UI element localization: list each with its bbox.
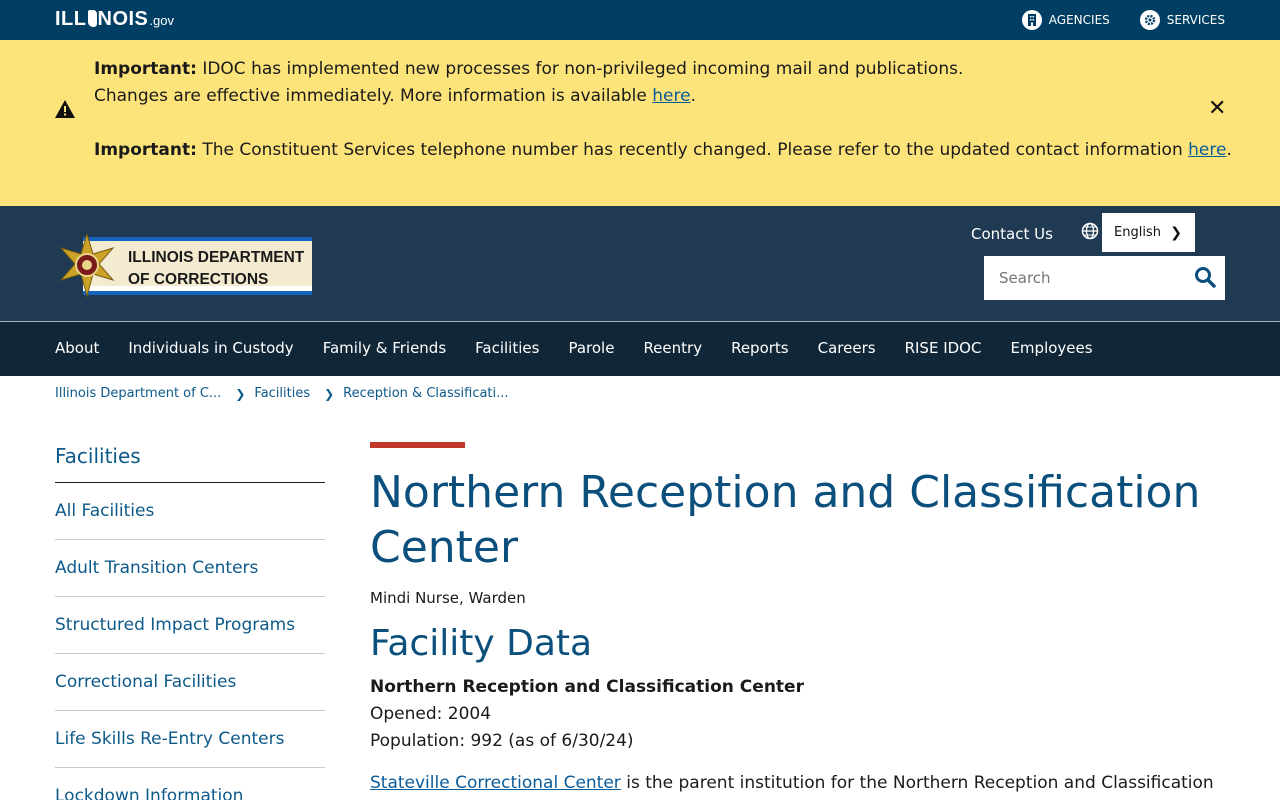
period: . — [690, 86, 696, 106]
contact-info-link[interactable]: here — [1188, 140, 1226, 160]
chevron-right-icon: ❯ — [235, 386, 246, 401]
sidebar-item-correctional-facilities[interactable]: Correctional Facilities — [55, 654, 325, 711]
nav-employees[interactable]: Employees — [1010, 339, 1092, 357]
main-navigation: About Individuals in Custody Family & Fr… — [0, 321, 1280, 376]
gov-links: AGENCIES SERVICES — [1021, 10, 1225, 30]
alert-message-phone: Important: The Constituent Services tele… — [94, 137, 1232, 164]
nav-about[interactable]: About — [55, 339, 99, 357]
logo-suffix: .gov — [149, 13, 174, 28]
sidebar-item-lockdown-information[interactable]: Lockdown Information — [55, 768, 325, 800]
breadcrumb-home[interactable]: Illinois Department of C... — [55, 386, 221, 401]
facility-data: Northern Reception and Classification Ce… — [370, 674, 1230, 755]
parent-institution-link[interactable]: Stateville Correctional Center — [370, 773, 621, 793]
language-selector[interactable]: English ❯ — [1102, 213, 1195, 252]
sidebar-item-life-skills-reentry[interactable]: Life Skills Re-Entry Centers — [55, 711, 325, 768]
alert-message-mail: Important: IDOC has implemented new proc… — [94, 56, 963, 110]
illinois-gov-logo[interactable]: ILL NOIS.gov — [55, 8, 174, 31]
agency-name-line1: ILLINOIS DEPARTMENT — [128, 249, 305, 266]
logo-text-a: ILL — [55, 8, 87, 30]
globe-icon — [1081, 222, 1099, 240]
logo-text-b: NOIS — [97, 8, 149, 30]
nav-parole[interactable]: Parole — [568, 339, 614, 357]
nav-facilities[interactable]: Facilities — [475, 339, 539, 357]
nav-reentry[interactable]: Reentry — [643, 339, 702, 357]
breadcrumb: Illinois Department of C... ❯ Facilities… — [55, 386, 509, 401]
contact-us-link[interactable]: Contact Us — [971, 225, 1053, 243]
sidebar-item-adult-transition-centers[interactable]: Adult Transition Centers — [55, 540, 325, 597]
period: . — [1226, 140, 1232, 160]
facility-name: Northern Reception and Classification Ce… — [370, 677, 804, 697]
page-title: Northern Reception and Classification Ce… — [370, 467, 1201, 573]
gov-top-bar: ILL NOIS.gov AGENCIES SERVICES — [0, 0, 1280, 40]
nav-family-friends[interactable]: Family & Friends — [323, 339, 446, 357]
building-icon — [1021, 10, 1042, 30]
breadcrumb-current[interactable]: Reception & Classificati... — [343, 386, 508, 401]
close-alert-icon[interactable]: ✕ — [1208, 98, 1226, 120]
gear-icon — [1139, 10, 1160, 30]
nav-reports[interactable]: Reports — [731, 339, 789, 357]
sidebar-title[interactable]: Facilities — [55, 444, 325, 483]
agencies-label: AGENCIES — [1048, 13, 1110, 27]
alert-text-line2: Changes are effective immediately. More … — [94, 86, 647, 106]
sidebar-item-structured-impact-programs[interactable]: Structured Impact Programs — [55, 597, 325, 654]
services-link[interactable]: SERVICES — [1139, 10, 1225, 30]
section-title: Facility Data — [370, 623, 593, 664]
chevron-right-icon: ❯ — [324, 386, 335, 401]
state-outline-icon — [87, 10, 97, 27]
facility-population: Population: 992 (as of 6/30/24) — [370, 731, 634, 751]
agency-header: ILLINOIS DEPARTMENT OF CORRECTIONS Conta… — [0, 206, 1280, 321]
idoc-logo[interactable]: ILLINOIS DEPARTMENT OF CORRECTIONS — [55, 234, 312, 298]
search-icon[interactable] — [1194, 266, 1216, 288]
services-label: SERVICES — [1166, 13, 1225, 27]
facility-opened: Opened: 2004 — [370, 704, 492, 724]
important-label: Important: — [94, 140, 197, 160]
sidebar-item-all-facilities[interactable]: All Facilities — [55, 483, 325, 540]
nav-individuals-in-custody[interactable]: Individuals in Custody — [128, 339, 293, 357]
breadcrumb-facilities[interactable]: Facilities — [254, 386, 310, 401]
language-label: English — [1114, 225, 1161, 240]
sidebar-nav: Facilities All Facilities Adult Transiti… — [55, 440, 325, 800]
main-content: Northern Reception and Classification Ce… — [370, 442, 1230, 797]
warning-icon — [55, 100, 75, 118]
alert-text-line1: IDOC has implemented new processes for n… — [202, 59, 964, 79]
title-accent-bar — [370, 442, 465, 448]
parent-institution-text: is the parent institution for the Northe… — [626, 773, 1214, 793]
mail-info-link[interactable]: here — [652, 86, 690, 106]
nav-careers[interactable]: Careers — [818, 339, 876, 357]
important-label: Important: — [94, 59, 197, 79]
nav-rise-idoc[interactable]: RISE IDOC — [905, 339, 982, 357]
agency-name-line2: OF CORRECTIONS — [128, 271, 268, 288]
agencies-link[interactable]: AGENCIES — [1021, 10, 1110, 30]
important-alert-banner: ✕ Important: IDOC has implemented new pr… — [0, 40, 1280, 206]
facility-description: Stateville Correctional Center is the pa… — [370, 770, 1230, 797]
warden-name: Mindi Nurse, Warden — [370, 589, 526, 607]
alert-text-phone: The Constituent Services telephone numbe… — [202, 140, 1183, 160]
search-input[interactable] — [984, 256, 1225, 300]
chevron-right-icon: ❯ — [1170, 225, 1182, 241]
